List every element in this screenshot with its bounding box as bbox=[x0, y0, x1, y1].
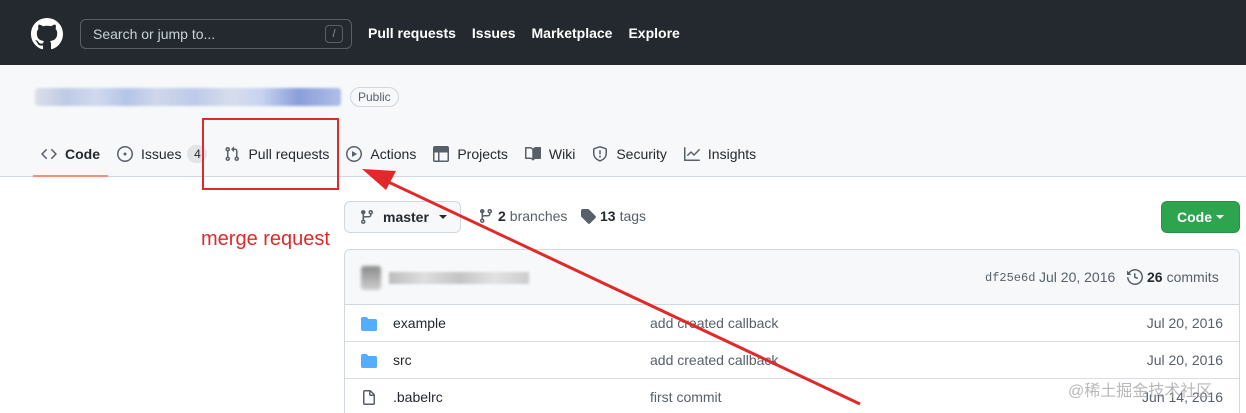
commit-message-redacted[interactable] bbox=[389, 272, 529, 284]
file-icon bbox=[363, 390, 375, 405]
file-name[interactable]: .babelrc bbox=[393, 389, 443, 405]
branches-count: 2 bbox=[498, 208, 506, 224]
file-commit-message[interactable]: add created callback bbox=[650, 352, 778, 368]
nav-marketplace[interactable]: Marketplace bbox=[532, 25, 613, 41]
tags-count: 13 bbox=[600, 208, 616, 224]
commits-label: commits bbox=[1166, 269, 1219, 285]
nav-explore[interactable]: Explore bbox=[628, 25, 679, 41]
tab-label: Security bbox=[616, 146, 667, 162]
annotation-label: merge request bbox=[201, 228, 330, 250]
repo-tabs: Code Issues 4 Pull requests Actions Proj… bbox=[33, 131, 765, 177]
table-icon bbox=[433, 146, 450, 162]
commits-count: 26 bbox=[1147, 269, 1163, 285]
tab-label: Issues bbox=[141, 146, 182, 162]
tag-icon bbox=[581, 209, 596, 224]
folder-icon bbox=[361, 354, 377, 368]
shield-icon bbox=[593, 146, 608, 162]
nav-issues[interactable]: Issues bbox=[472, 25, 516, 41]
commits-history-link[interactable]: 26 commits bbox=[1127, 269, 1219, 285]
file-row-example[interactable]: example add created callback Jul 20, 201… bbox=[345, 305, 1239, 342]
tags-label: tags bbox=[619, 208, 647, 224]
latest-commit-bar: df25e6d Jul 20, 2016 26 commits bbox=[345, 250, 1239, 305]
file-commit-date: Jul 20, 2016 bbox=[1146, 315, 1223, 331]
book-icon bbox=[524, 146, 541, 161]
file-name[interactable]: src bbox=[393, 352, 412, 368]
code-dropdown-button[interactable]: Code bbox=[1161, 201, 1240, 233]
tab-label: Actions bbox=[370, 146, 417, 162]
annotation-highlight-box bbox=[202, 118, 339, 190]
tab-label: Wiki bbox=[548, 146, 576, 162]
tab-actions[interactable]: Actions bbox=[338, 132, 424, 176]
commit-date: Jul 20, 2016 bbox=[1039, 269, 1116, 285]
file-row-src[interactable]: src add created callback Jul 20, 2016 bbox=[345, 342, 1239, 379]
git-branch-icon bbox=[360, 210, 373, 225]
file-commit-date: Jul 20, 2016 bbox=[1146, 352, 1223, 368]
tab-label: Projects bbox=[457, 146, 508, 162]
github-repo-page: Search or jump to... / Pull requests Iss… bbox=[0, 0, 1246, 413]
github-logo-icon[interactable] bbox=[31, 18, 63, 50]
author-avatar-redacted[interactable] bbox=[361, 266, 381, 290]
issue-opened-icon bbox=[117, 146, 133, 162]
play-icon bbox=[346, 146, 363, 162]
branches-label: branches bbox=[509, 208, 568, 224]
search-shortcut-key: / bbox=[325, 25, 343, 43]
tab-label: Code bbox=[65, 146, 100, 162]
repo-name-redacted[interactable] bbox=[35, 88, 341, 106]
commit-sha[interactable]: df25e6d bbox=[985, 271, 1035, 285]
global-nav: Pull requests Issues Marketplace Explore bbox=[368, 0, 680, 65]
chevron-down-icon bbox=[1216, 215, 1224, 219]
file-commit-message[interactable]: add created callback bbox=[650, 315, 778, 331]
file-name[interactable]: example bbox=[393, 315, 446, 331]
code-icon bbox=[41, 148, 57, 160]
tab-insights[interactable]: Insights bbox=[676, 132, 764, 176]
folder-icon bbox=[361, 317, 377, 331]
tab-issues[interactable]: Issues 4 bbox=[109, 132, 215, 176]
file-commit-message[interactable]: first commit bbox=[650, 389, 722, 405]
search-input[interactable]: Search or jump to... / bbox=[80, 19, 352, 49]
tab-security[interactable]: Security bbox=[584, 132, 675, 176]
tab-projects[interactable]: Projects bbox=[425, 132, 516, 176]
nav-pull-requests[interactable]: Pull requests bbox=[368, 25, 456, 41]
visibility-badge: Public bbox=[350, 87, 399, 107]
tab-code[interactable]: Code bbox=[33, 132, 108, 177]
branches-link[interactable]: 2 branches bbox=[478, 208, 567, 224]
tab-label: Insights bbox=[707, 146, 757, 162]
search-placeholder: Search or jump to... bbox=[93, 26, 216, 42]
tab-wiki[interactable]: Wiki bbox=[517, 132, 583, 176]
tags-link[interactable]: 13 tags bbox=[580, 208, 646, 224]
git-branch-icon bbox=[479, 209, 492, 224]
history-icon bbox=[1127, 269, 1143, 285]
graph-icon bbox=[683, 147, 700, 161]
branch-select-button[interactable]: master bbox=[344, 201, 461, 233]
branch-name: master bbox=[383, 209, 429, 225]
global-header: Search or jump to... / Pull requests Iss… bbox=[0, 0, 1246, 65]
code-button-label: Code bbox=[1177, 209, 1212, 225]
chevron-down-icon bbox=[438, 215, 447, 219]
watermark: @稀土掘金技术社区 bbox=[1068, 383, 1213, 400]
